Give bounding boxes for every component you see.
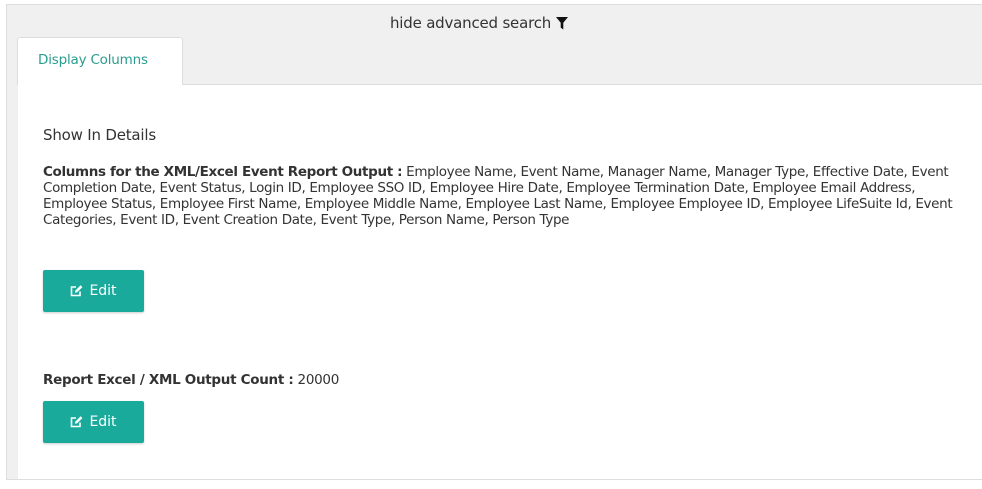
edit-icon [71,416,83,428]
tab-content-panel [18,84,982,479]
edit-columns-button-label: Edit [89,283,117,299]
output-count-label: Report Excel / XML Output Count : [43,372,294,388]
hide-advanced-search-label: hide advanced search [390,14,552,32]
edit-columns-button[interactable]: Edit [43,270,144,312]
report-columns-label: Columns for the XML/Excel Event Report O… [43,164,403,180]
edit-count-button[interactable]: Edit [43,401,144,443]
hide-advanced-search-toggle[interactable]: hide advanced search [390,14,569,32]
filter-icon [556,16,569,29]
edit-count-button-label: Edit [89,414,117,430]
report-columns-text: Columns for the XML/Excel Event Report O… [43,164,963,228]
output-count-value: 20000 [297,372,340,388]
output-count-text: Report Excel / XML Output Count : 20000 [43,372,339,388]
section-title: Show In Details [43,126,156,144]
edit-icon [71,285,83,297]
tab-display-columns-label: Display Columns [38,52,148,68]
tab-display-columns[interactable]: Display Columns [17,37,183,85]
